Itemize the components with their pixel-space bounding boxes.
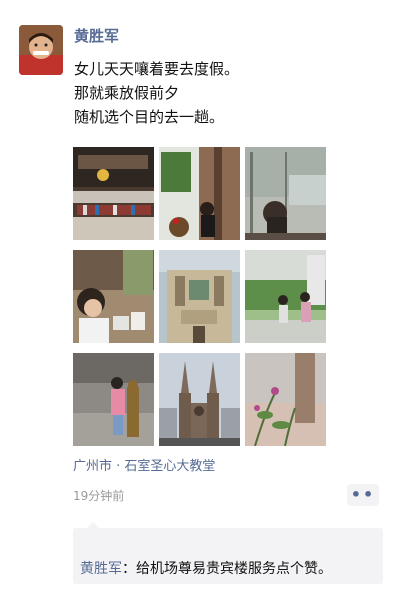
- post-text-line: 女儿天天嚷着要去度假。: [74, 60, 240, 78]
- photo-flowers[interactable]: [245, 353, 326, 446]
- post-text-line: 那就乘放假前夕: [74, 84, 180, 102]
- post-text-line: 随机选个目的去一趟。: [74, 108, 225, 126]
- photo-girl-statue[interactable]: [73, 353, 154, 446]
- comment-text: 给机场尊易贵宾楼服务点个赞。: [136, 561, 332, 577]
- photo-grid: [73, 147, 326, 446]
- avatar[interactable]: [19, 25, 63, 75]
- comment-section: 黄胜军：给机场尊易贵宾楼服务点个赞。: [73, 522, 383, 584]
- post-location[interactable]: 广州市 · 石室圣心大教堂: [73, 458, 215, 476]
- more-options-icon: ••: [350, 485, 376, 504]
- photo-kids-park[interactable]: [245, 250, 326, 343]
- moments-post: 黄胜军 女儿天天嚷着要去度假。 那就乘放假前夕 随机选个目的去一趟。 广州市 ·…: [0, 0, 400, 600]
- photo-cafe-counter[interactable]: [73, 147, 154, 240]
- post-author-name[interactable]: 黄胜军: [74, 26, 119, 46]
- post-timestamp: 19分钟前: [73, 489, 125, 503]
- photo-cathedral[interactable]: [159, 353, 240, 446]
- photo-lounge[interactable]: [245, 147, 326, 240]
- photo-girl-window[interactable]: [159, 147, 240, 240]
- more-options-button[interactable]: ••: [347, 484, 379, 506]
- photo-girl-drinking[interactable]: [73, 250, 154, 343]
- comment-separator: ：: [122, 561, 136, 577]
- comment-item[interactable]: 黄胜军：给机场尊易贵宾楼服务点个赞。: [80, 560, 332, 578]
- avatar-image: [19, 25, 63, 75]
- post-text: 女儿天天嚷着要去度假。 那就乘放假前夕 随机选个目的去一趟。: [74, 57, 374, 129]
- comment-author[interactable]: 黄胜军: [80, 561, 122, 577]
- photo-old-building[interactable]: [159, 250, 240, 343]
